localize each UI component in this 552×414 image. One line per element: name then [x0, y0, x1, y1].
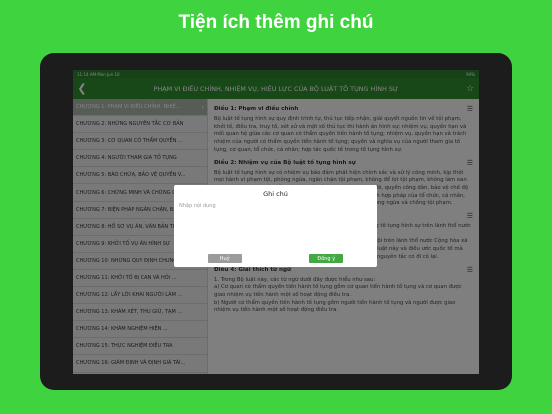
app-screen: 11:14 AM Mon Jun 10 94% ❮ PHẠM VI ĐIỀU C…: [73, 70, 479, 374]
cancel-button[interactable]: Huỷ: [207, 254, 242, 263]
ok-button[interactable]: Đồng ý: [309, 254, 344, 263]
dialog-title: Ghi chú: [263, 190, 288, 198]
note-input[interactable]: Nhập nội dung: [179, 203, 372, 245]
note-dialog: Ghi chú Nhập nội dung Huỷ Đồng ý: [174, 185, 377, 267]
tablet-frame: 11:14 AM Mon Jun 10 94% ❮ PHẠM VI ĐIỀU C…: [40, 53, 512, 390]
promo-title: Tiện ích thêm ghi chú: [178, 12, 374, 33]
